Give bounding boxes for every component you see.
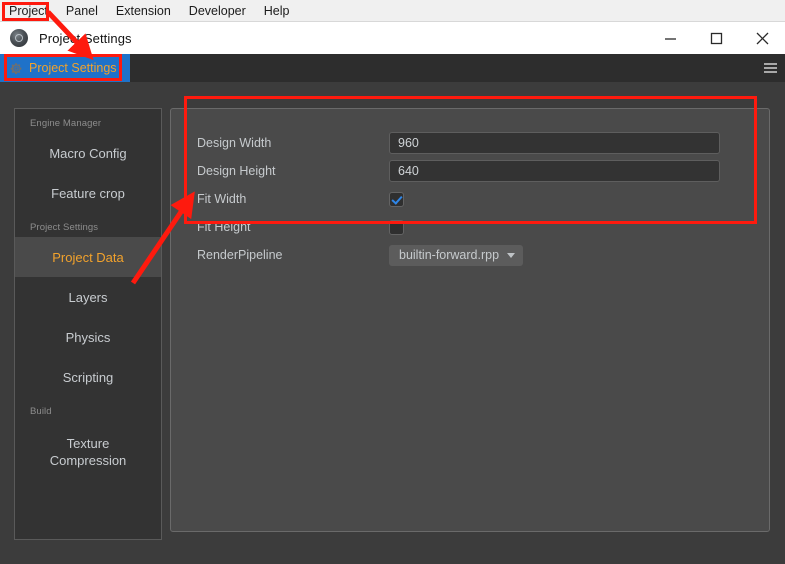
cocos-app-icon (10, 29, 28, 47)
chevron-down-icon (507, 252, 516, 258)
render-pipeline-dropdown[interactable]: builtin-forward.rpp (389, 244, 524, 266)
menubar: Project Panel Extension Developer Help (0, 0, 785, 22)
label-fit-width: Fit Width (197, 192, 247, 206)
field-row-design-width: Design Width (171, 129, 769, 157)
sidebar-item-macro-config[interactable]: Macro Config (15, 133, 161, 173)
sidebar-item-label-line1: Texture (66, 436, 110, 451)
menu-item-help[interactable]: Help (255, 1, 299, 21)
label-fit-height: Fit Height (197, 220, 251, 234)
hamburger-icon[interactable] (755, 54, 785, 82)
menu-item-extension[interactable]: Extension (107, 1, 180, 21)
field-row-render-pipeline: RenderPipeline builtin-forward.rpp (171, 241, 769, 269)
sidebar-item-layers[interactable]: Layers (15, 277, 161, 317)
design-width-input[interactable] (389, 132, 720, 154)
label-design-height: Design Height (197, 164, 276, 178)
sidebar-item-feature-crop[interactable]: Feature crop (15, 173, 161, 213)
gear-icon (10, 62, 22, 74)
sidebar-item-project-data[interactable]: Project Data (15, 237, 161, 277)
project-settings-window: Project Settings Project Settings Engine… (0, 22, 785, 564)
maximize-button[interactable] (693, 22, 739, 54)
window-title: Project Settings (39, 30, 132, 46)
content-area: Engine Manager Macro Config Feature crop… (0, 82, 785, 564)
render-pipeline-value: builtin-forward.rpp (399, 248, 500, 262)
field-row-fit-width: Fit Width (171, 185, 769, 213)
label-design-width: Design Width (197, 136, 272, 150)
tabstrip: Project Settings (0, 54, 785, 82)
menu-item-project[interactable]: Project (0, 1, 57, 21)
project-data-panel: Design Width Design Height Fit Width Fit… (170, 108, 770, 532)
sidebar-item-physics[interactable]: Physics (15, 317, 161, 357)
sidebar-item-texture-compression[interactable]: Texture Compression (15, 421, 161, 483)
minimize-button[interactable] (647, 22, 693, 54)
label-render-pipeline: RenderPipeline (197, 248, 283, 262)
field-row-design-height: Design Height (171, 157, 769, 185)
tab-project-settings[interactable]: Project Settings (0, 54, 130, 82)
sidebar-item-label-line2: Compression (49, 453, 127, 468)
tab-label: Project Settings (29, 61, 117, 75)
close-button[interactable] (739, 22, 785, 54)
design-height-input[interactable] (389, 160, 720, 182)
menu-item-developer[interactable]: Developer (180, 1, 255, 21)
panel-scrollbar[interactable] (764, 111, 767, 531)
field-row-fit-height: Fit Height (171, 213, 769, 241)
fit-width-checkbox[interactable] (389, 191, 404, 207)
titlebar[interactable]: Project Settings (0, 22, 785, 54)
sidebar-group-engine-manager: Engine Manager (30, 118, 102, 129)
fit-height-checkbox[interactable] (389, 219, 404, 235)
menu-item-panel[interactable]: Panel (57, 1, 107, 21)
sidebar-group-project-settings: Project Settings (30, 222, 99, 233)
settings-sidebar: Engine Manager Macro Config Feature crop… (14, 108, 162, 540)
window-controls (647, 22, 785, 54)
sidebar-item-scripting[interactable]: Scripting (15, 357, 161, 397)
sidebar-group-build: Build (30, 406, 52, 417)
